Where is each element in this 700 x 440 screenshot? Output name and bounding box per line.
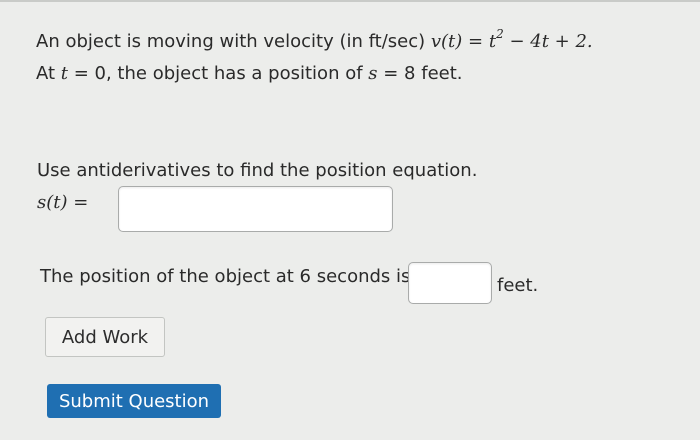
- problem-statement: An object is moving with velocity (in ft…: [36, 20, 676, 90]
- problem-text: An object is moving with velocity (in ft…: [36, 31, 431, 52]
- problem-line-1: An object is moving with velocity (in ft…: [36, 20, 676, 58]
- unit-label: feet.: [497, 275, 539, 296]
- problem-text: = 0, the object has a position of: [68, 63, 369, 84]
- problem-line-2: At t = 0, the object has a position of s…: [36, 58, 676, 90]
- question-2-prompt: The position of the object at 6 seconds …: [40, 266, 411, 287]
- velocity-lhs: v(t): [430, 31, 463, 52]
- question-1-prompt: Use antiderivatives to find the position…: [37, 160, 478, 181]
- position-equation-label: s(t) =: [37, 192, 89, 213]
- top-border: [0, 0, 700, 2]
- s-variable: s: [368, 63, 378, 84]
- submit-question-button[interactable]: Submit Question: [47, 384, 221, 418]
- position-equation-input[interactable]: [118, 186, 393, 232]
- t-variable: t: [488, 31, 497, 52]
- exponent: 2: [496, 27, 504, 41]
- equals-sign: =: [462, 31, 489, 52]
- problem-text: = 8 feet.: [377, 63, 463, 84]
- problem-text: At: [36, 63, 61, 84]
- velocity-rest: − 4t + 2.: [503, 31, 593, 52]
- velocity-function: v(t) = t2 − 4t + 2.: [430, 27, 593, 52]
- position-at-6s-input[interactable]: [408, 262, 492, 304]
- t-variable: t: [60, 63, 69, 84]
- add-work-button[interactable]: Add Work: [45, 317, 165, 357]
